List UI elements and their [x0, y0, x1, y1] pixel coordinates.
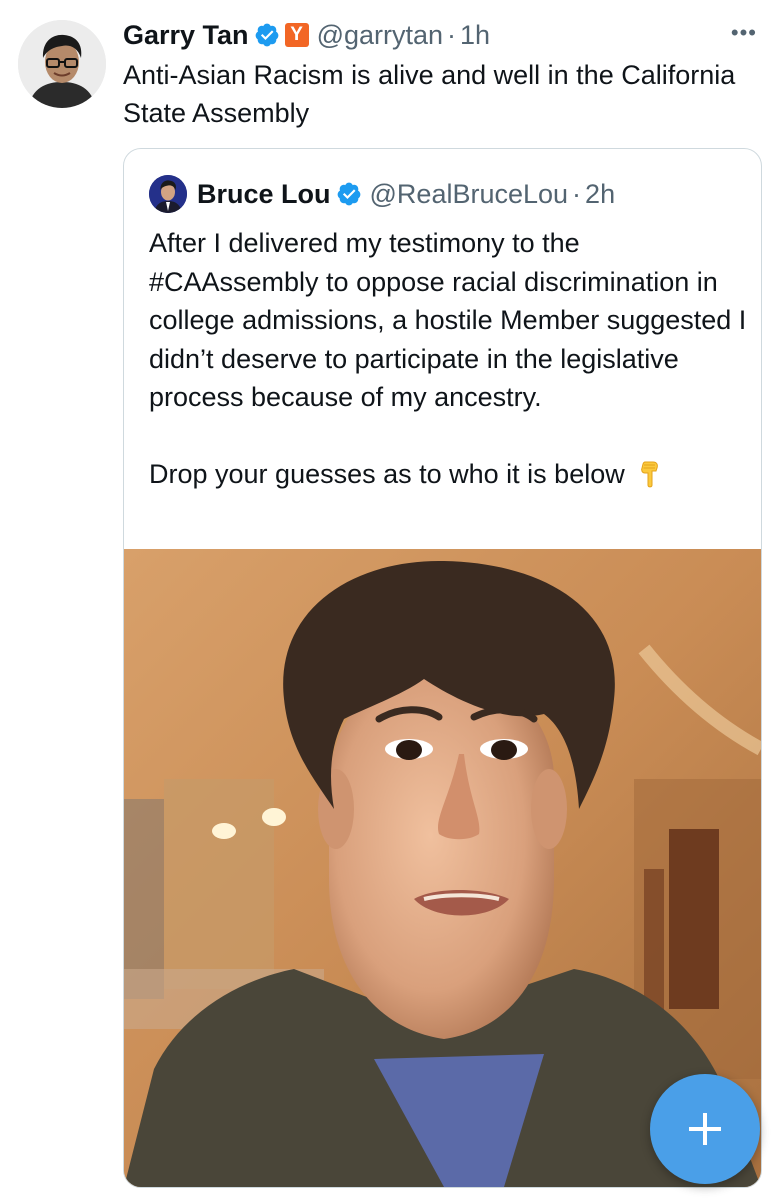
- quoted-tweet-timestamp: 2h: [585, 178, 616, 209]
- author-handle[interactable]: @garrytan: [317, 20, 443, 51]
- quoted-author-display-name: Bruce Lou: [197, 178, 331, 209]
- separator-dot: ·: [447, 19, 457, 50]
- author-display-name[interactable]: Garry Tan: [123, 20, 249, 51]
- verified-badge-icon: [336, 181, 362, 207]
- author-avatar[interactable]: [18, 20, 106, 108]
- tweet-header: Garry Tan Y @garrytan · 1h: [123, 16, 759, 54]
- more-horizontal-icon[interactable]: •••: [731, 22, 757, 44]
- tweet-timestamp[interactable]: 1h: [460, 20, 490, 51]
- separator-dot: ·: [572, 178, 582, 209]
- quoted-author-avatar: [149, 175, 187, 213]
- quoted-tweet-text: After I delivered my testimony to the #C…: [149, 224, 749, 494]
- compose-button[interactable]: [650, 1074, 760, 1184]
- plus-icon: [685, 1109, 725, 1149]
- affiliate-badge-icon[interactable]: Y: [284, 23, 309, 47]
- backhand-index-pointing-down-icon: [635, 459, 665, 489]
- quoted-tweet-header: Bruce Lou @RealBruceLou · 2h: [149, 175, 615, 213]
- quoted-tweet-card[interactable]: Bruce Lou @RealBruceLou · 2h After I del…: [123, 148, 762, 1188]
- quoted-author-handle: @RealBruceLou: [369, 178, 569, 209]
- quoted-tweet-body: After I delivered my testimony to the #C…: [149, 228, 747, 489]
- tweet-text: Anti-Asian Racism is alive and well in t…: [123, 60, 736, 128]
- verified-badge-icon[interactable]: [254, 22, 280, 48]
